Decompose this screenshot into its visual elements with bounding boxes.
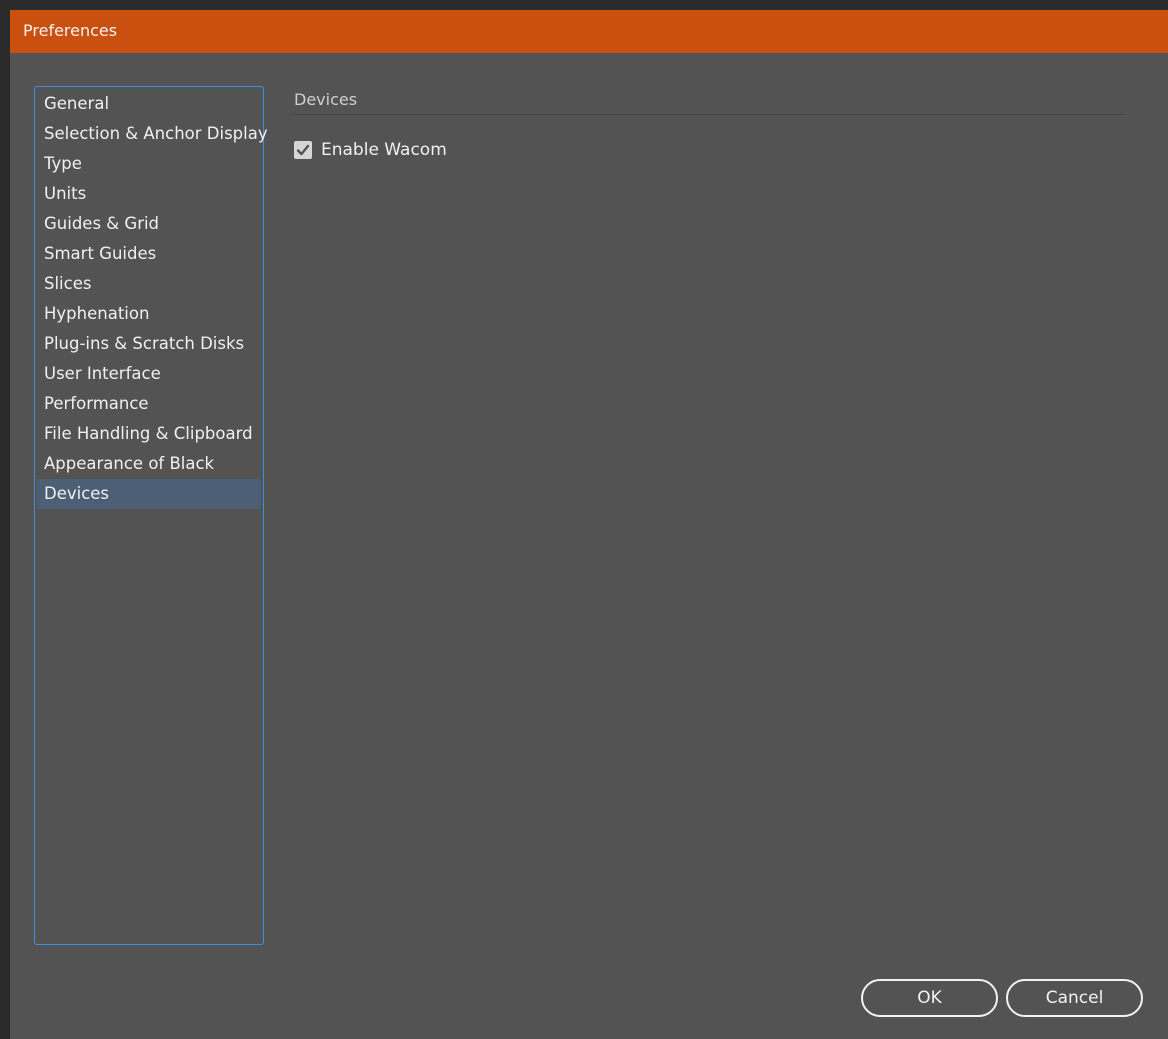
preferences-category-list[interactable]: General Selection & Anchor Display Type … [34, 86, 268, 945]
sidebar-item-slices[interactable]: Slices [37, 269, 261, 299]
sidebar-item-type[interactable]: Type [37, 149, 261, 179]
sidebar-item-hyphenation[interactable]: Hyphenation [37, 299, 261, 329]
sidebar-item-general[interactable]: General [37, 89, 261, 119]
enable-wacom-checkbox[interactable] [294, 141, 312, 159]
dialog-title: Preferences [23, 21, 118, 40]
sidebar-item-plugins-scratch-disks[interactable]: Plug-ins & Scratch Disks [37, 329, 261, 359]
sidebar-item-devices[interactable]: Devices [37, 479, 261, 509]
title-bar[interactable]: Preferences [10, 10, 1168, 53]
enable-wacom-label[interactable]: Enable Wacom [321, 140, 447, 160]
enable-wacom-row[interactable]: Enable Wacom [294, 140, 447, 160]
preferences-dialog: Preferences General Selection & Anchor D… [10, 10, 1168, 1039]
sidebar-item-selection-anchor-display[interactable]: Selection & Anchor Display [37, 119, 268, 149]
sidebar-item-user-interface[interactable]: User Interface [37, 359, 261, 389]
sidebar-item-appearance-of-black[interactable]: Appearance of Black [37, 449, 261, 479]
sidebar-item-units[interactable]: Units [37, 179, 261, 209]
ok-button[interactable]: OK [861, 979, 998, 1017]
section-title: Devices [294, 90, 1124, 115]
sidebar-item-guides-grid[interactable]: Guides & Grid [37, 209, 261, 239]
sidebar-item-performance[interactable]: Performance [37, 389, 261, 419]
checkmark-icon [296, 144, 310, 156]
devices-panel: Devices Enable Wacom [294, 90, 1124, 160]
sidebar-item-file-handling-clipboard[interactable]: File Handling & Clipboard [37, 419, 261, 449]
cancel-button[interactable]: Cancel [1006, 979, 1143, 1017]
sidebar-item-smart-guides[interactable]: Smart Guides [37, 239, 261, 269]
